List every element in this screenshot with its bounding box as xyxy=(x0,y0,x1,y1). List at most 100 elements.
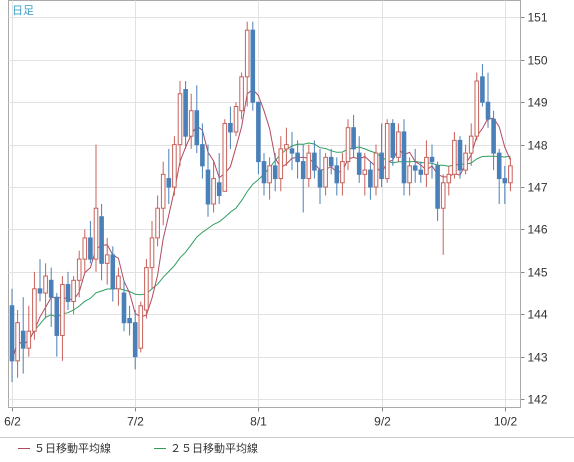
candle-body xyxy=(172,144,177,188)
candle-body xyxy=(116,275,121,290)
legend-ma5-label: ５日移動平均線 xyxy=(34,442,111,455)
candle-body xyxy=(368,169,373,188)
candle-body xyxy=(356,152,362,175)
x-tick-label: 8/1 xyxy=(250,415,267,429)
candle-body xyxy=(446,173,452,184)
candle-body xyxy=(200,144,205,167)
candle xyxy=(138,301,144,353)
candle-body xyxy=(340,161,345,184)
x-tick-label: 9/2 xyxy=(374,415,391,429)
candle-body xyxy=(435,165,440,209)
candle-body xyxy=(424,156,429,175)
candle-body xyxy=(132,322,138,358)
candle-body xyxy=(508,165,513,184)
candle-body xyxy=(379,152,384,180)
candle-body xyxy=(26,330,32,349)
candle-body xyxy=(239,76,244,112)
legend-ma25-swatch xyxy=(154,447,166,449)
candle-body xyxy=(20,330,26,349)
candle-body xyxy=(485,101,491,120)
candle-body xyxy=(312,152,317,171)
x-axis: 6/2 7/2 8/1 9/2 10/2 xyxy=(4,407,518,429)
candle-body xyxy=(256,101,261,163)
candle-body xyxy=(345,127,351,163)
candle-body xyxy=(9,305,15,362)
candle-body xyxy=(160,173,166,209)
candle-body xyxy=(65,284,71,303)
candle-body xyxy=(15,322,20,362)
y-tick-label: 151 xyxy=(528,11,548,25)
candle-body xyxy=(267,165,272,184)
y-tick-label: 143 xyxy=(528,351,548,365)
candle-body xyxy=(295,152,300,163)
candle-body xyxy=(306,152,312,180)
candle-body xyxy=(362,169,368,175)
candle-body xyxy=(228,122,233,133)
candle-body xyxy=(138,305,144,349)
candle-body xyxy=(216,182,222,197)
candle-body xyxy=(407,165,412,184)
candle-body xyxy=(440,182,446,209)
candle-body xyxy=(328,156,334,167)
legend-ma5-swatch xyxy=(18,447,30,449)
candle-body xyxy=(334,165,340,184)
legend-ma25-label: ２５日移動平均線 xyxy=(170,442,258,455)
candle xyxy=(250,21,256,111)
y-tick-label: 146 xyxy=(528,223,548,237)
candle xyxy=(474,72,480,141)
y-tick-label: 145 xyxy=(528,266,548,280)
candle-body xyxy=(177,93,183,146)
candle-body xyxy=(205,169,211,205)
candle xyxy=(222,119,228,192)
candle-body xyxy=(401,131,407,184)
candle-body xyxy=(418,169,424,175)
candle-body xyxy=(121,292,127,324)
candle-body xyxy=(155,207,160,239)
candle-body xyxy=(32,288,37,332)
x-tick-label: 7/2 xyxy=(127,415,144,429)
candle-body xyxy=(496,152,502,180)
candle-body xyxy=(127,317,132,324)
candle-body xyxy=(60,284,65,336)
candle-body xyxy=(412,165,418,171)
candle-body xyxy=(37,288,43,294)
candle-body xyxy=(278,148,284,180)
candle-body xyxy=(491,118,496,154)
candle-body xyxy=(244,29,250,78)
candle-body xyxy=(166,178,172,188)
candle xyxy=(172,136,177,196)
candle-body xyxy=(76,258,82,281)
candle-body xyxy=(463,152,468,171)
candle-body xyxy=(194,110,200,146)
candle-body xyxy=(233,105,239,133)
x-tick-label: 10/2 xyxy=(494,415,518,429)
candle xyxy=(384,119,390,183)
y-tick-label: 149 xyxy=(528,96,548,110)
candle-body xyxy=(284,144,289,150)
candle-body xyxy=(149,237,155,269)
candle-body xyxy=(474,80,480,137)
timeframe-label: 日足 xyxy=(12,5,34,17)
candle-body xyxy=(71,279,76,303)
candle-body xyxy=(250,29,256,103)
legend-ma5: ５日移動平均線 xyxy=(18,438,111,458)
candle xyxy=(144,259,149,319)
candle-body xyxy=(211,178,216,205)
candle-body xyxy=(183,89,188,137)
candle-body xyxy=(390,122,396,158)
candle-body xyxy=(93,207,99,260)
candle-body xyxy=(99,216,104,264)
candle-body xyxy=(373,152,379,188)
y-tick-label: 142 xyxy=(528,393,548,407)
candle-body xyxy=(457,139,463,171)
candle-body xyxy=(300,161,306,180)
legend-ma25: ２５日移動平均線 xyxy=(154,438,258,458)
candle-body xyxy=(222,122,228,192)
candle-body xyxy=(48,279,54,298)
candle-body xyxy=(54,296,60,336)
candle-body xyxy=(104,254,110,264)
candle-body xyxy=(289,148,295,154)
y-tick-label: 147 xyxy=(528,181,548,195)
candle-body xyxy=(351,127,356,150)
candle-body xyxy=(384,122,390,180)
